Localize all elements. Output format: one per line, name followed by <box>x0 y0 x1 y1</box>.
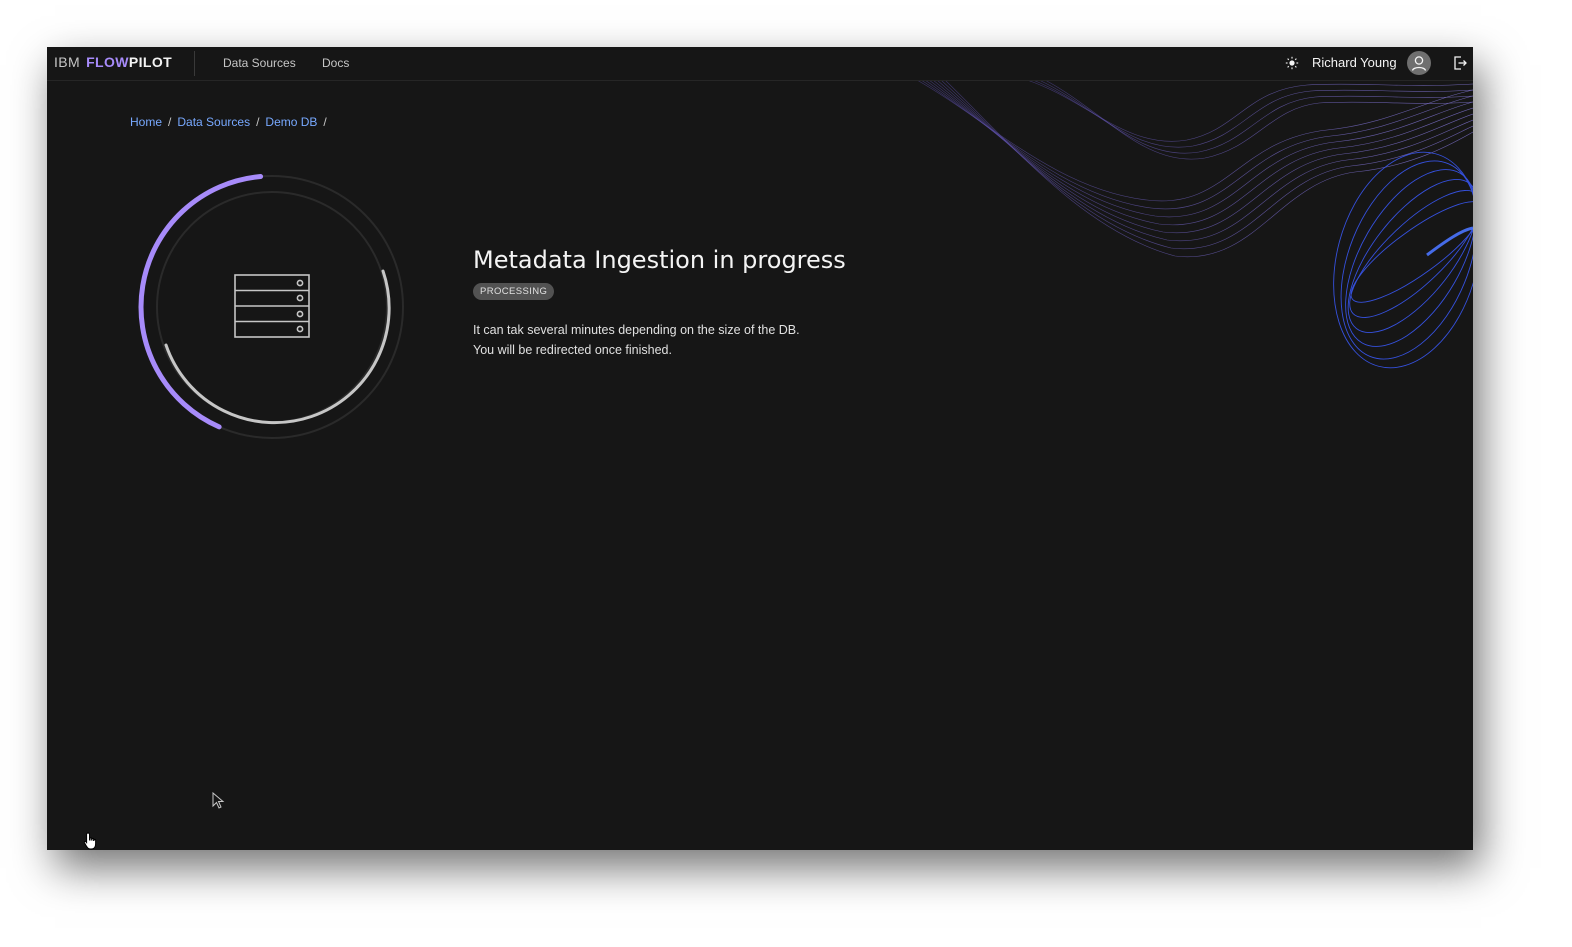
nav-link-data-sources[interactable]: Data Sources <box>223 56 296 70</box>
decorative-wave-graphic <box>916 80 1473 369</box>
top-navigation-bar: IBM FLOWPILOT Data Sources Docs Richard Y… <box>47 47 1473 81</box>
nav-divider <box>194 51 195 76</box>
app-window: IBM FLOWPILOT Data Sources Docs Richard Y… <box>47 47 1473 850</box>
status-description-line: You will be redirected once finished. <box>473 343 672 357</box>
database-icon <box>234 274 310 338</box>
breadcrumb-data-sources[interactable]: Data Sources <box>177 115 250 129</box>
status-description: It can tak several minutes depending on … <box>473 320 800 360</box>
brand-product-pilot: PILOT <box>128 54 173 70</box>
breadcrumb-home[interactable]: Home <box>130 115 162 129</box>
user-name[interactable]: Richard Young <box>1312 55 1397 70</box>
page-title: Metadata Ingestion in progress <box>473 246 846 274</box>
status-description-line: It can tak several minutes depending on … <box>473 323 800 337</box>
brand-product-flow: FLOW <box>86 54 129 70</box>
pointer-cursor-icon <box>83 832 97 850</box>
logout-icon[interactable] <box>1452 55 1468 71</box>
nav-link-docs[interactable]: Docs <box>322 56 349 70</box>
status-badge: PROCESSING <box>473 283 555 300</box>
breadcrumb-separator: / <box>168 115 172 129</box>
mouse-cursor-icon <box>212 792 225 809</box>
breadcrumb-demo-db[interactable]: Demo DB <box>265 115 317 129</box>
theme-toggle-icon[interactable] <box>1285 56 1299 70</box>
spinner-arc <box>164 269 391 425</box>
brand-logo[interactable]: IBM FLOWPILOT <box>54 54 172 70</box>
user-avatar-icon[interactable] <box>1407 51 1431 75</box>
breadcrumb: Home / Data Sources / Demo DB / <box>130 115 333 129</box>
brand-company: IBM <box>54 54 81 70</box>
progress-arc <box>138 174 264 430</box>
breadcrumb-separator: / <box>323 115 327 129</box>
progress-ring <box>138 174 404 439</box>
breadcrumb-separator: / <box>256 115 260 129</box>
